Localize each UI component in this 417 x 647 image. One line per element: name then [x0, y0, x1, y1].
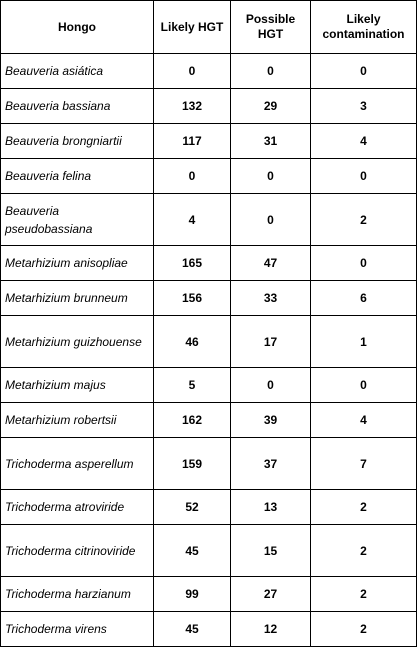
likely-hgt-value: 4 — [153, 193, 231, 246]
likely-hgt-value: 52 — [153, 489, 231, 525]
fungus-name: Trichoderma asperellum — [0, 437, 154, 490]
fungus-name: Metarhizium guizhouense — [0, 315, 154, 368]
contamination-value: 2 — [310, 611, 417, 647]
header-row: Hongo Likely HGT Possible HGT Likely con… — [0, 0, 417, 54]
possible-hgt-value: 0 — [230, 367, 311, 403]
possible-hgt-value: 17 — [230, 315, 311, 368]
table-row: Trichoderma atroviride 52 13 2 — [0, 489, 417, 525]
header-likely-contamination: Likely contamination — [310, 0, 417, 54]
possible-hgt-value: 47 — [230, 245, 311, 281]
hgt-table-container: Hongo Likely HGT Possible HGT Likely con… — [0, 0, 417, 647]
contamination-value: 0 — [310, 367, 417, 403]
possible-hgt-value: 39 — [230, 402, 311, 438]
table-row: Trichoderma virens 45 12 2 — [0, 611, 417, 647]
possible-hgt-value: 0 — [230, 193, 311, 246]
fungus-name: Trichoderma harzianum — [0, 576, 154, 612]
contamination-value: 2 — [310, 193, 417, 246]
fungus-name: Trichoderma atroviride — [0, 489, 154, 525]
header-possible-hgt: Possible HGT — [230, 0, 311, 54]
contamination-value: 2 — [310, 576, 417, 612]
possible-hgt-value: 33 — [230, 280, 311, 316]
fungus-name: Metarhizium brunneum — [0, 280, 154, 316]
likely-hgt-value: 45 — [153, 611, 231, 647]
fungus-name: Metarhizium majus — [0, 367, 154, 403]
possible-hgt-value: 0 — [230, 53, 311, 89]
likely-hgt-value: 0 — [153, 53, 231, 89]
likely-hgt-value: 159 — [153, 437, 231, 490]
fungus-name: Beauveria brongniartii — [0, 123, 154, 159]
contamination-value: 1 — [310, 315, 417, 368]
contamination-value: 2 — [310, 524, 417, 577]
likely-hgt-value: 0 — [153, 158, 231, 194]
likely-hgt-value: 99 — [153, 576, 231, 612]
likely-hgt-value: 5 — [153, 367, 231, 403]
hgt-table: Hongo Likely HGT Possible HGT Likely con… — [0, 0, 417, 647]
possible-hgt-value: 12 — [230, 611, 311, 647]
header-hongo: Hongo — [0, 0, 154, 54]
contamination-value: 4 — [310, 402, 417, 438]
table-row: Beauveria asiática 0 0 0 — [0, 53, 417, 89]
fungus-name: Trichoderma citrinoviride — [0, 524, 154, 577]
likely-hgt-value: 117 — [153, 123, 231, 159]
likely-hgt-value: 165 — [153, 245, 231, 281]
contamination-value: 0 — [310, 245, 417, 281]
possible-hgt-value: 29 — [230, 88, 311, 124]
table-row: Metarhizium brunneum 156 33 6 — [0, 280, 417, 316]
possible-hgt-value: 37 — [230, 437, 311, 490]
table-row: Trichoderma asperellum 159 37 7 — [0, 437, 417, 490]
likely-hgt-value: 46 — [153, 315, 231, 368]
fungus-name: Beauveria felina — [0, 158, 154, 194]
likely-hgt-value: 156 — [153, 280, 231, 316]
table-row: Trichoderma harzianum 99 27 2 — [0, 576, 417, 612]
contamination-value: 3 — [310, 88, 417, 124]
header-likely-hgt: Likely HGT — [153, 0, 231, 54]
fungus-name: Beauveria pseudobassiana — [0, 193, 154, 246]
fungus-name: Beauveria bassiana — [0, 88, 154, 124]
contamination-value: 4 — [310, 123, 417, 159]
contamination-value: 2 — [310, 489, 417, 525]
possible-hgt-value: 0 — [230, 158, 311, 194]
table-row: Metarhizium anisopliae 165 47 0 — [0, 245, 417, 281]
table-row: Beauveria felina 0 0 0 — [0, 158, 417, 194]
contamination-value: 0 — [310, 53, 417, 89]
table-row: Trichoderma citrinoviride 45 15 2 — [0, 524, 417, 577]
likely-hgt-value: 132 — [153, 88, 231, 124]
table-row: Metarhizium guizhouense 46 17 1 — [0, 315, 417, 368]
possible-hgt-value: 15 — [230, 524, 311, 577]
table-row: Metarhizium majus 5 0 0 — [0, 367, 417, 403]
likely-hgt-value: 45 — [153, 524, 231, 577]
table-row: Beauveria bassiana 132 29 3 — [0, 88, 417, 124]
contamination-value: 0 — [310, 158, 417, 194]
possible-hgt-value: 27 — [230, 576, 311, 612]
table-row: Beauveria brongniartii 117 31 4 — [0, 123, 417, 159]
fungus-name: Metarhizium anisopliae — [0, 245, 154, 281]
table-row: Metarhizium robertsii 162 39 4 — [0, 402, 417, 438]
contamination-value: 7 — [310, 437, 417, 490]
table-row: Beauveria pseudobassiana 4 0 2 — [0, 193, 417, 246]
possible-hgt-value: 13 — [230, 489, 311, 525]
fungus-name: Trichoderma virens — [0, 611, 154, 647]
fungus-name: Metarhizium robertsii — [0, 402, 154, 438]
possible-hgt-value: 31 — [230, 123, 311, 159]
contamination-value: 6 — [310, 280, 417, 316]
fungus-name: Beauveria asiática — [0, 53, 154, 89]
likely-hgt-value: 162 — [153, 402, 231, 438]
